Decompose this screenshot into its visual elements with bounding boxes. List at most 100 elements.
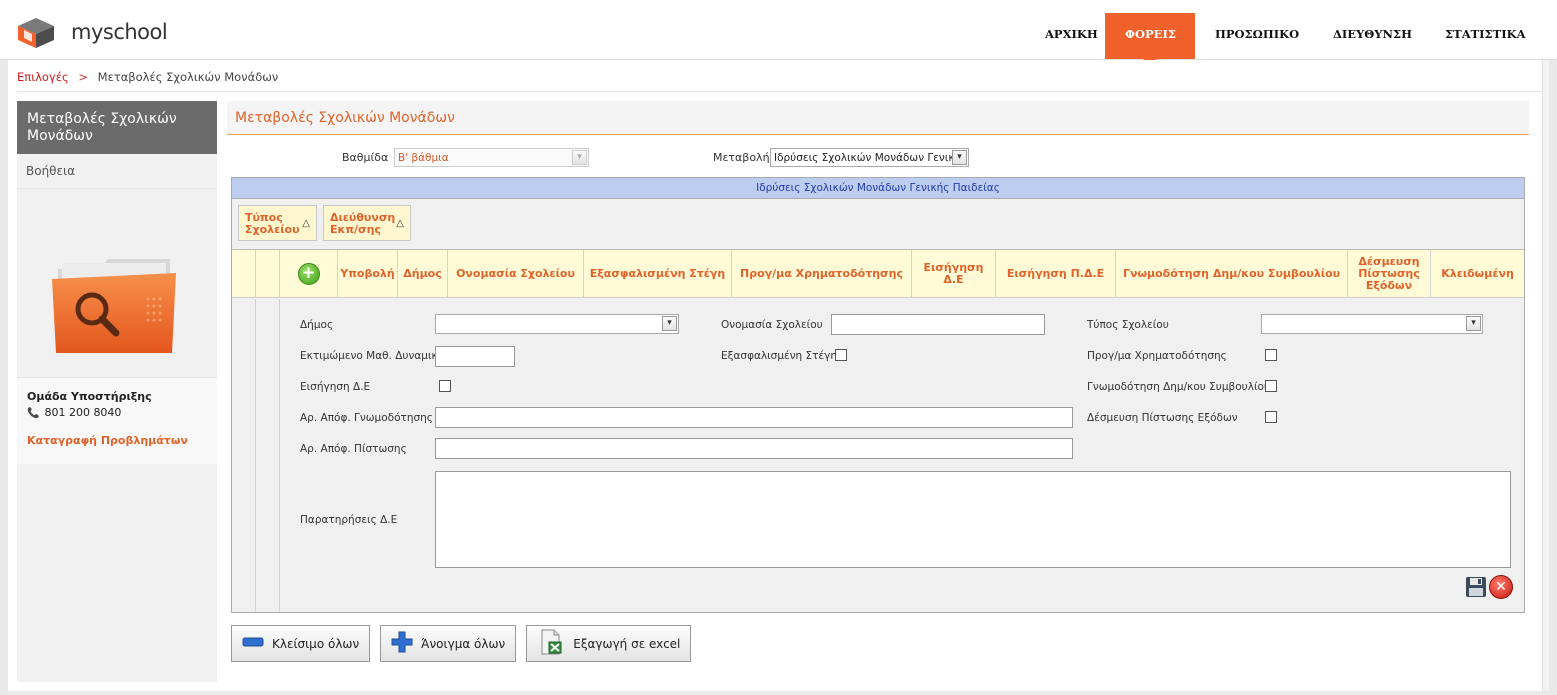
students-label: Εκτιμώμενο Μαθ. Δυναμικό: [300, 350, 445, 362]
breadcrumb-separator: >: [78, 70, 88, 84]
school-type-select[interactable]: ▾: [1261, 314, 1483, 334]
housing-label: Εξασφαλισμένη Στέγη: [721, 350, 838, 362]
save-icon[interactable]: [1465, 576, 1487, 598]
support-phone: 801 200 8040: [44, 406, 122, 419]
housing-checkbox[interactable]: [835, 349, 847, 361]
municipality-select[interactable]: ▾: [435, 314, 679, 334]
page-title: Μεταβολές Σχολικών Μονάδων: [227, 101, 1529, 135]
chevron-down-icon[interactable]: ▾: [952, 150, 967, 165]
col-header-funding[interactable]: Προγ/μα Χρηματοδότησης: [732, 250, 912, 297]
chevron-down-icon: ▾: [572, 150, 587, 165]
credit-label: Δέσμευση Πίστωσης Εξόδων: [1087, 412, 1238, 424]
sort-asc-icon[interactable]: △: [396, 218, 404, 230]
sidebar-help-link[interactable]: Βοήθεια: [17, 154, 217, 189]
municipality-label: Δήμος: [300, 319, 334, 331]
col-header-credit[interactable]: Δέσμευση Πίστωσης Εξόδων: [1348, 250, 1431, 297]
opinion-no-input[interactable]: [435, 407, 1073, 428]
col-header-council-opinion[interactable]: Γνωμοδότηση Δημ/κου Συμβουλίου: [1116, 250, 1348, 297]
nav-institutions[interactable]: ΦΟΡΕΙΣ: [1105, 13, 1195, 66]
folder-search-icon: [52, 259, 176, 353]
excel-icon: [537, 629, 565, 658]
header-expand-col: [232, 250, 256, 297]
header-expand-col-2: [256, 250, 280, 297]
top-header: myschool ΑΡΧΙΚΗ ΦΟΡΕΙΣ ΠΡΟΣΩΠΙΚΟ ΔΙΕΥΘΥΝ…: [0, 0, 1557, 66]
support-phone-row: 📞 801 200 8040: [27, 406, 207, 419]
col-header-de-proposal[interactable]: Εισήγηση Δ.Ε: [912, 250, 996, 297]
minus-icon: [242, 636, 264, 651]
col-header-school-name[interactable]: Ονομασία Σχολείου: [448, 250, 584, 297]
phone-icon: 📞: [27, 408, 40, 419]
add-record-icon[interactable]: +: [297, 262, 320, 285]
credit-no-label: Αρ. Απόφ. Πίστωσης: [300, 443, 407, 455]
notes-textarea[interactable]: [435, 471, 1511, 568]
main-panel: Μεταβολές Σχολικών Μονάδων Βαθμίδα Β' βά…: [227, 101, 1529, 686]
credit-no-input[interactable]: [435, 438, 1073, 459]
council-label: Γνωμοδότηση Δημ/κου Συμβουλίου: [1087, 381, 1271, 393]
nav-statistics[interactable]: ΣΤΑΤΙΣΤΙΚΑ: [1425, 13, 1539, 59]
school-type-label: Τύπος Σχολείου: [1087, 319, 1169, 331]
level-label: Βαθμίδα: [342, 151, 389, 164]
support-box: Ομάδα Υποστήριξης 📞 801 200 8040 Καταγραφ…: [17, 377, 217, 464]
group-chip-label: Διεύθυνση Εκπ/σης: [330, 211, 396, 236]
logo-text[interactable]: myschool: [71, 20, 168, 44]
export-excel-button[interactable]: Εξαγωγή σε excel: [526, 625, 692, 662]
expand-all-button[interactable]: Άνοιγμα όλων: [380, 625, 517, 662]
header-add-cell: +: [280, 250, 338, 297]
collapse-all-button[interactable]: Κλείσιμο όλων: [231, 625, 371, 662]
change-label: Μεταβολή: [713, 151, 770, 164]
breadcrumb-root-link[interactable]: Επιλογές: [17, 70, 69, 84]
breadcrumb: Επιλογές > Μεταβολές Σχολικών Μονάδων: [17, 70, 278, 84]
sidebar: Μεταβολές Σχολικών Μονάδων Βοήθεια Ομάδα…: [17, 101, 217, 682]
cancel-icon[interactable]: ✕: [1489, 575, 1513, 599]
col-header-pde-proposal[interactable]: Εισήγηση Π.Δ.Ε: [996, 250, 1116, 297]
col-header-housing[interactable]: Εξασφαλισμένη Στέγη: [584, 250, 732, 297]
council-checkbox[interactable]: [1265, 380, 1277, 392]
funding-checkbox[interactable]: [1265, 349, 1277, 361]
changes-grid: Ιδρύσεις Σχολικών Μονάδων Γενικής Παιδεί…: [231, 177, 1525, 613]
grid-caption: Ιδρύσεις Σχολικών Μονάδων Γενικής Παιδεί…: [232, 178, 1524, 199]
sort-asc-icon[interactable]: △: [302, 218, 310, 230]
school-name-label: Ονομασία Σχολείου: [721, 319, 823, 331]
notes-label: Παρατηρήσεις Δ.Ε: [300, 514, 398, 526]
nav-directorate[interactable]: ΔΙΕΥΘΥΝΣΗ: [1313, 13, 1425, 59]
change-select[interactable]: Ιδρύσεις Σχολικών Μονάδων Γενικής Π ▾: [770, 148, 969, 167]
sidebar-title: Μεταβολές Σχολικών Μονάδων: [17, 101, 217, 154]
main-nav: ΑΡΧΙΚΗ ΦΟΡΕΙΣ ΠΡΟΣΩΠΙΚΟ ΔΙΕΥΘΥΝΣΗ ΣΤΑΤΙΣ…: [1025, 13, 1539, 66]
group-chip-label: Τύπος Σχολείου: [245, 211, 300, 236]
collapse-all-label: Κλείσιμο όλων: [272, 636, 360, 651]
grid-actions: Κλείσιμο όλων Άνοιγμα όλων Εξαγωγή σε ex…: [231, 625, 701, 663]
plus-icon: [391, 631, 413, 656]
col-header-locked[interactable]: Κλειδωμένη: [1431, 250, 1524, 297]
edit-form: Δήμος ▾ Ονομασία Σχολείου Τύπος Σχολείου…: [232, 299, 1524, 612]
group-chip-directorate[interactable]: Διεύθυνση Εκπ/σης △: [323, 205, 411, 241]
grid-header-row: + Υποβολή Δήμος Ονομασία Σχολείου Εξασφα…: [232, 250, 1524, 298]
report-problems-link[interactable]: Καταγραφή Προβλημάτων: [27, 434, 207, 447]
page-scrollbar[interactable]: [1542, 60, 1549, 691]
nav-staff[interactable]: ΠΡΟΣΩΠΙΚΟ: [1195, 13, 1313, 59]
page-content: Επιλογές > Μεταβολές Σχολικών Μονάδων Με…: [8, 60, 1549, 691]
chevron-down-icon[interactable]: ▾: [662, 316, 677, 331]
myschool-logo-icon[interactable]: [16, 16, 56, 50]
change-select-value: Ιδρύσεις Σχολικών Μονάδων Γενικής Π: [774, 152, 969, 164]
support-title: Ομάδα Υποστήριξης: [27, 390, 152, 403]
level-select: Β' βάθμια ▾: [394, 148, 589, 167]
group-chip-school-type[interactable]: Τύπος Σχολείου △: [238, 205, 317, 241]
edit-indent-col-2: [256, 299, 280, 612]
edit-indent-col: [232, 299, 256, 612]
level-select-value: Β' βάθμια: [398, 152, 449, 164]
de-proposal-checkbox[interactable]: [439, 380, 451, 392]
funding-label: Προγ/μα Χρηματοδότησης: [1087, 350, 1227, 362]
breadcrumb-current: Μεταβολές Σχολικών Μονάδων: [97, 70, 279, 84]
col-header-municipality[interactable]: Δήμος: [398, 250, 448, 297]
opinion-no-label: Αρ. Απόφ. Γνωμοδότησης: [300, 412, 433, 424]
students-input[interactable]: [435, 346, 515, 367]
col-header-submission[interactable]: Υποβολή: [338, 250, 398, 297]
group-by-panel: Τύπος Σχολείου △ Διεύθυνση Εκπ/σης △: [232, 199, 1524, 250]
export-excel-label: Εξαγωγή σε excel: [573, 636, 681, 651]
breadcrumb-divider: [17, 91, 1543, 92]
credit-checkbox[interactable]: [1265, 411, 1277, 423]
school-name-input[interactable]: [831, 314, 1045, 335]
chevron-down-icon[interactable]: ▾: [1466, 316, 1481, 331]
nav-home[interactable]: ΑΡΧΙΚΗ: [1025, 13, 1105, 59]
expand-all-label: Άνοιγμα όλων: [421, 636, 506, 651]
